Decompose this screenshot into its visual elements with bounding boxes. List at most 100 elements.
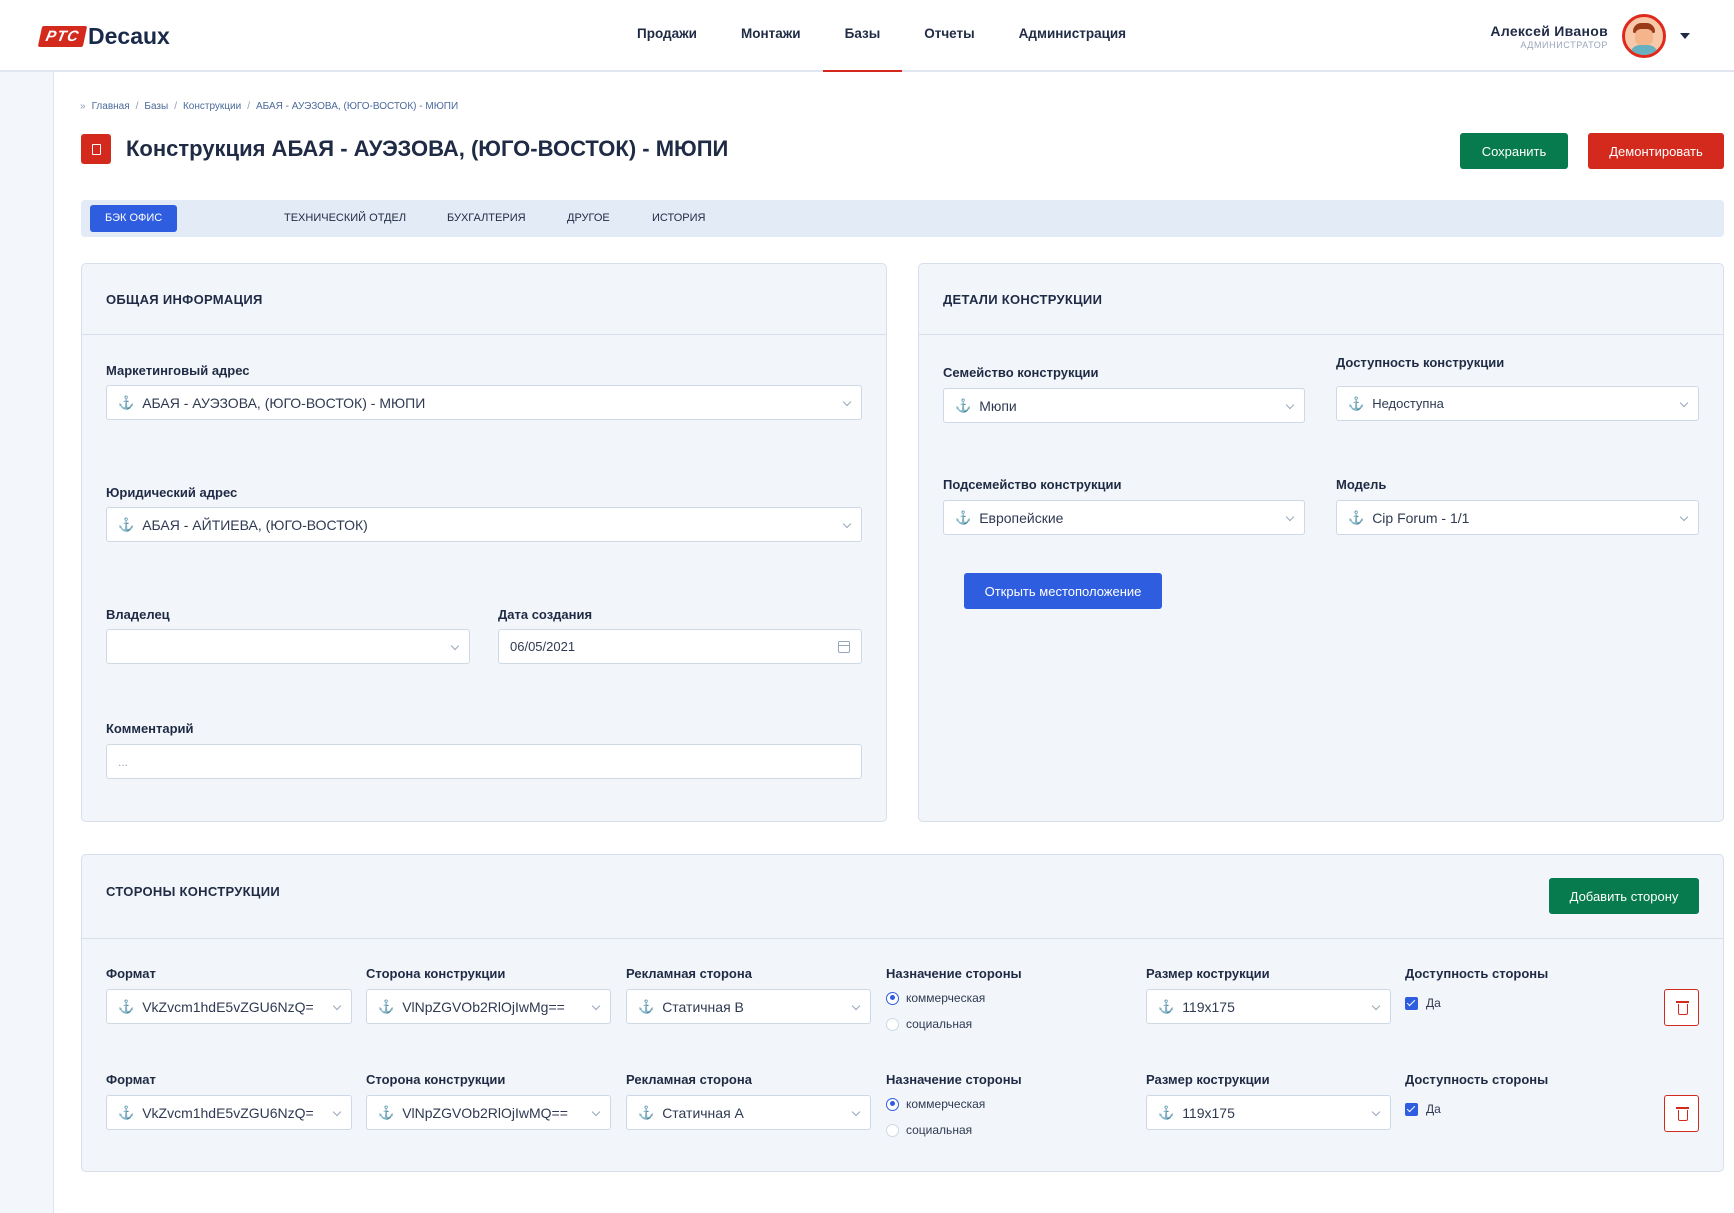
anchor-icon: ⚓ (118, 394, 135, 410)
size-select[interactable]: ⚓ 119x175 (1146, 1095, 1391, 1130)
checkbox-label: Да (1426, 996, 1441, 1010)
tab-back-office[interactable]: БЭК ОФИС (90, 205, 178, 232)
main-nav: Продажи Монтажи Базы Отчеты Администраци… (615, 0, 1148, 72)
side-select[interactable]: ⚓ VlNpZGVOb2RlOjIwMQ== (366, 1095, 611, 1130)
calendar-icon[interactable] (838, 641, 850, 653)
delete-side-button[interactable] (1664, 989, 1699, 1026)
breadcrumb-constructions[interactable]: Конструкции (183, 101, 241, 112)
breadcrumb: » Главная / Базы / Конструкции / АБАЯ - … (80, 101, 458, 112)
family-select[interactable]: ⚓ Мюпи (943, 388, 1305, 423)
user-name: Алексей Иванов (1490, 22, 1608, 39)
subfamily-label: Подсемейство конструкции (943, 477, 1122, 492)
breadcrumb-marker: » (80, 101, 86, 112)
purpose-radio-social[interactable]: социальная (886, 1123, 972, 1137)
left-sidebar (0, 72, 54, 1213)
checkbox-label: Да (1426, 1102, 1441, 1116)
construction-sides-card: СТОРОНЫ КОНСТРУКЦИИ Добавить сторону Фор… (81, 854, 1724, 1172)
save-button[interactable]: Сохранить (1460, 133, 1568, 169)
ad-side-value: Статичная B (662, 998, 744, 1015)
radio-selected-icon (886, 991, 899, 1005)
tab-other[interactable]: ДРУГОЕ (552, 205, 625, 232)
legal-address-value: АБАЯ - АЙТИЕВА, (ЮГО-ВОСТОК) (142, 516, 368, 533)
owner-select[interactable] (106, 629, 470, 664)
size-select[interactable]: ⚓ 119x175 (1146, 989, 1391, 1024)
side-availability-checkbox[interactable]: Да (1405, 996, 1441, 1010)
radio-label: коммерческая (906, 1097, 986, 1111)
side-value: VlNpZGVOb2RlOjIwMg== (402, 998, 565, 1015)
anchor-icon: ⚓ (1158, 998, 1175, 1014)
nav-item-reports[interactable]: Отчеты (902, 0, 996, 72)
availability-value: Недоступна (1372, 396, 1444, 411)
dismantle-button[interactable]: Демонтировать (1588, 133, 1724, 169)
avatar[interactable] (1622, 14, 1666, 58)
anchor-icon: ⚓ (638, 1104, 655, 1120)
chevron-down-icon (1371, 1107, 1381, 1117)
purpose-radio-social[interactable]: социальная (886, 1017, 972, 1031)
breadcrumb-current: АБАЯ - АУЭЗОВА, (ЮГО-ВОСТОК) - МЮПИ (255, 101, 459, 112)
chevron-down-icon[interactable] (1680, 33, 1690, 39)
format-select[interactable]: ⚓ VkZvcm1hdE5vZGU6NzQ= (106, 989, 352, 1024)
tab-technical[interactable]: ТЕХНИЧЕСКИЙ ОТДЕЛ (269, 205, 421, 232)
chevron-down-icon (1285, 400, 1295, 410)
creation-date-value: 06/05/2021 (510, 639, 576, 654)
purpose-label: Назначение стороны (886, 966, 1022, 981)
anchor-icon: ⚓ (1158, 1104, 1175, 1120)
subfamily-value: Европейские (979, 509, 1064, 526)
legal-address-select[interactable]: ⚓ АБАЯ - АЙТИЕВА, (ЮГО-ВОСТОК) (106, 507, 862, 542)
add-side-button[interactable]: Добавить сторону (1549, 878, 1699, 914)
ad-side-label: Рекламная сторона (626, 1072, 752, 1087)
comment-label: Комментарий (106, 721, 194, 736)
brand-badge: PTC (37, 25, 88, 47)
brand-logo[interactable]: PTC Decaux (37, 22, 170, 50)
chevron-down-icon (842, 519, 852, 529)
radio-empty-icon (886, 1017, 899, 1031)
card-header: ОБЩАЯ ИНФОРМАЦИЯ (82, 264, 886, 335)
user-menu[interactable]: Алексей Иванов АДМИНИСТРАТОР (1490, 14, 1690, 58)
side-availability-label: Доступность стороны (1405, 1072, 1549, 1087)
purpose-radio-commercial[interactable]: коммерческая (886, 991, 985, 1005)
side-label: Сторона конструкции (366, 1072, 506, 1087)
ad-side-select[interactable]: ⚓ Статичная А (626, 1095, 871, 1130)
size-value: 119x175 (1182, 1104, 1235, 1121)
nav-item-administration[interactable]: Администрация (997, 0, 1148, 72)
marketing-address-select[interactable]: ⚓ АБАЯ - АУЭЗОВА, (ЮГО-ВОСТОК) - МЮПИ (106, 385, 862, 420)
side-availability-checkbox[interactable]: Да (1405, 1102, 1441, 1116)
comment-input[interactable]: ... (106, 744, 862, 779)
card-header: ДЕТАЛИ КОНСТРУКЦИИ (919, 264, 1723, 335)
page-title: Конструкция АБАЯ - АУЭЗОВА, (ЮГО-ВОСТОК)… (126, 136, 729, 161)
tab-accounting[interactable]: БУХГАЛТЕРИЯ (432, 205, 541, 232)
breadcrumb-bases[interactable]: Базы (144, 101, 168, 112)
chevron-down-icon (591, 1107, 601, 1117)
anchor-icon: ⚓ (378, 1104, 395, 1120)
family-label: Семейство конструкции (943, 365, 1099, 380)
subfamily-select[interactable]: ⚓ Европейские (943, 500, 1305, 535)
availability-select[interactable]: ⚓ Недоступна (1336, 386, 1699, 421)
card-title: СТОРОНЫ КОНСТРУКЦИИ (106, 884, 280, 899)
side-select[interactable]: ⚓ VlNpZGVOb2RlOjIwMg== (366, 989, 611, 1024)
ad-side-select[interactable]: ⚓ Статичная B (626, 989, 871, 1024)
checkbox-checked-icon (1405, 996, 1418, 1010)
format-select[interactable]: ⚓ VkZvcm1hdE5vZGU6NzQ= (106, 1095, 352, 1130)
chevron-down-icon (1679, 512, 1689, 522)
nav-item-installations[interactable]: Монтажи (719, 0, 823, 72)
general-info-card: ОБЩАЯ ИНФОРМАЦИЯ Маркетинговый адрес ⚓ А… (81, 263, 887, 822)
model-label: Модель (1336, 477, 1387, 492)
purpose-radio-commercial[interactable]: коммерческая (886, 1097, 985, 1111)
chevron-down-icon (1679, 398, 1689, 408)
tab-history[interactable]: ИСТОРИЯ (637, 205, 720, 232)
chevron-down-icon (851, 1107, 861, 1117)
top-header: PTC Decaux Продажи Монтажи Базы Отчеты А… (0, 0, 1734, 72)
chevron-down-icon (450, 641, 460, 651)
chevron-down-icon (842, 397, 852, 407)
nav-item-bases[interactable]: Базы (822, 0, 903, 72)
trash-icon (1676, 1001, 1689, 1003)
model-select[interactable]: ⚓ Cip Forum - 1/1 (1336, 500, 1699, 535)
breadcrumb-home[interactable]: Главная (92, 101, 130, 112)
nav-item-sales[interactable]: Продажи (615, 0, 719, 72)
chevron-down-icon (851, 1001, 861, 1011)
delete-side-button[interactable] (1664, 1095, 1699, 1132)
anchor-icon: ⚓ (1348, 395, 1365, 411)
size-value: 119x175 (1182, 998, 1235, 1015)
creation-date-input[interactable]: 06/05/2021 (498, 629, 862, 664)
open-location-button[interactable]: Открыть местоположение (964, 573, 1162, 609)
